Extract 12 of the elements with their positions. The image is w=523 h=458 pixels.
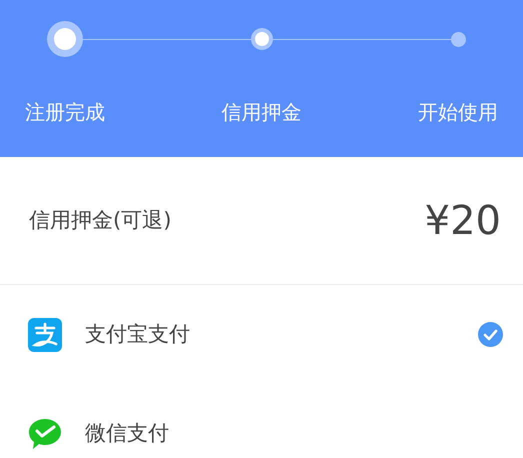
payment-label: 支付宝支付 [85,320,191,348]
payment-label: 微信支付 [85,420,170,447]
deposit-label: 信用押金(可退) [29,206,172,234]
payment-option[interactable]: 支付宝支付 [0,285,523,384]
deposit-amount: ¥20 [424,196,501,246]
check-icon [478,322,503,347]
wallet-app-icon [28,318,62,352]
chat-bubble-check-icon [28,418,62,450]
step-label: 开始使用 [418,99,498,126]
payment-option[interactable]: 微信支付 [0,384,523,458]
step-label: 注册完成 [25,99,105,126]
step-label: 信用押金 [222,99,302,126]
